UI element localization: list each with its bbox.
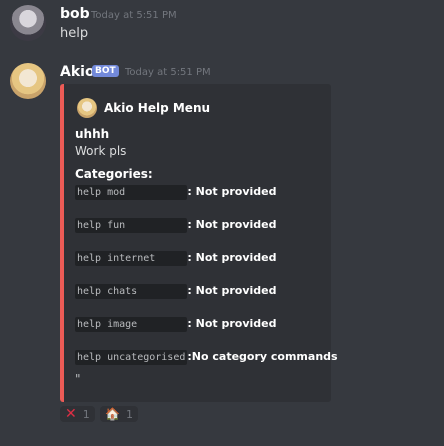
- category-command: help fun: [75, 218, 188, 233]
- category-value: Not provided: [195, 317, 277, 330]
- username[interactable]: Akio: [60, 64, 95, 80]
- timestamp: Today at 5:51 PM: [125, 67, 211, 78]
- category-row: help fun : Not provided: [75, 218, 277, 233]
- reaction-house[interactable]: 🏠 1: [100, 406, 138, 422]
- reaction-cross-mark[interactable]: ✕ 1: [60, 406, 95, 422]
- embed-title: uhhh: [75, 127, 110, 141]
- category-value: Not provided: [195, 218, 277, 231]
- message-content: help: [60, 26, 89, 41]
- category-row: help mod : Not provided: [75, 185, 277, 200]
- category-value: Not provided: [195, 284, 277, 297]
- embed-author-avatar: [77, 98, 97, 118]
- cross-mark-icon: ✕: [65, 406, 77, 422]
- username[interactable]: bob: [60, 6, 90, 22]
- category-command: help uncategorised: [75, 350, 188, 365]
- category-value: No category commands: [191, 350, 338, 363]
- embed-field-name: Categories:: [75, 167, 153, 181]
- category-row: help chats : Not provided: [75, 284, 277, 299]
- category-row: help uncategorised:No category commands: [75, 350, 338, 365]
- embed-description: Work pls: [75, 144, 127, 158]
- embed: Akio Help Menu uhhh Work pls Categories:…: [60, 84, 338, 402]
- category-command: help internet: [75, 251, 188, 266]
- avatar[interactable]: [10, 5, 46, 41]
- category-row: help internet : Not provided: [75, 251, 277, 266]
- category-command: help image: [75, 317, 188, 332]
- embed-author-name: Akio Help Menu: [104, 101, 211, 115]
- bot-badge: BOT: [92, 65, 119, 77]
- trailing-text: ": [75, 372, 81, 386]
- reaction-count: 1: [82, 407, 90, 421]
- avatar[interactable]: [10, 63, 46, 99]
- category-row: help image : Not provided: [75, 317, 277, 332]
- category-value: Not provided: [195, 251, 277, 264]
- category-command: help mod: [75, 185, 188, 200]
- reaction-count: 1: [125, 407, 133, 421]
- category-value: Not provided: [195, 185, 277, 198]
- category-command: help chats: [75, 284, 188, 299]
- house-icon: 🏠: [105, 407, 120, 421]
- timestamp: Today at 5:51 PM: [91, 10, 177, 21]
